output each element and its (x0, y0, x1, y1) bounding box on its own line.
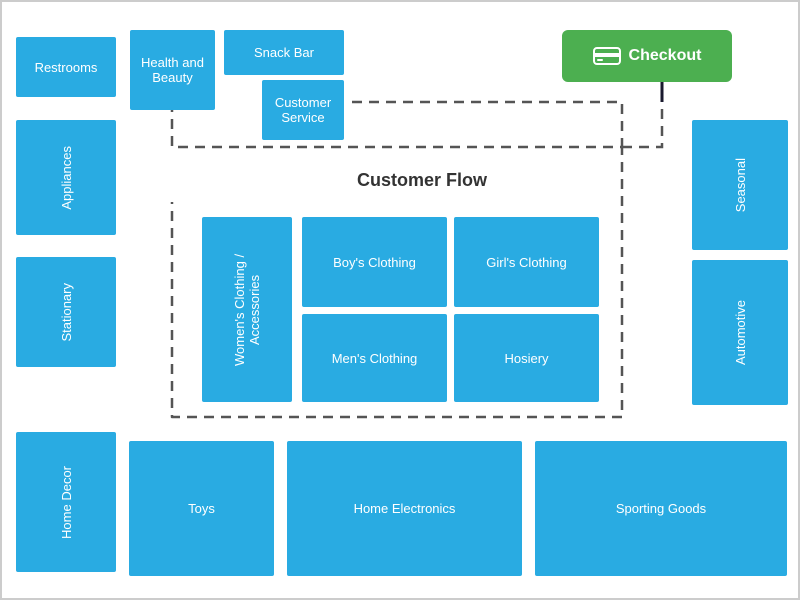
checkout-button[interactable]: Checkout (562, 30, 732, 82)
store-map: Customer Flow Checkout RestroomsHealth a… (0, 0, 800, 600)
dept-sporting-goods: Sporting Goods (535, 441, 787, 576)
dept-home-electronics: Home Electronics (287, 441, 522, 576)
checkout-label: Checkout (629, 47, 702, 65)
customer-flow-label: Customer Flow (292, 170, 552, 191)
dept-girls-clothing: Girl's Clothing (454, 217, 599, 307)
checkout-icon (593, 45, 621, 67)
dept-customer-service: Customer Service (262, 80, 344, 140)
dept-hosiery: Hosiery (454, 314, 599, 402)
dept-seasonal: Seasonal (692, 120, 788, 250)
dept-mens-clothing: Men's Clothing (302, 314, 447, 402)
dept-snack-bar: Snack Bar (224, 30, 344, 75)
dept-stationary: Stationary (16, 257, 116, 367)
dept-appliances: Appliances (16, 120, 116, 235)
dept-automotive: Automotive (692, 260, 788, 405)
dept-home-decor: Home Decor (16, 432, 116, 572)
dept-womens-clothing: Women's Clothing / Accessories (202, 217, 292, 402)
dept-boys-clothing: Boy's Clothing (302, 217, 447, 307)
dept-toys: Toys (129, 441, 274, 576)
dept-restrooms: Restrooms (16, 37, 116, 97)
dept-health-beauty: Health and Beauty (130, 30, 215, 110)
